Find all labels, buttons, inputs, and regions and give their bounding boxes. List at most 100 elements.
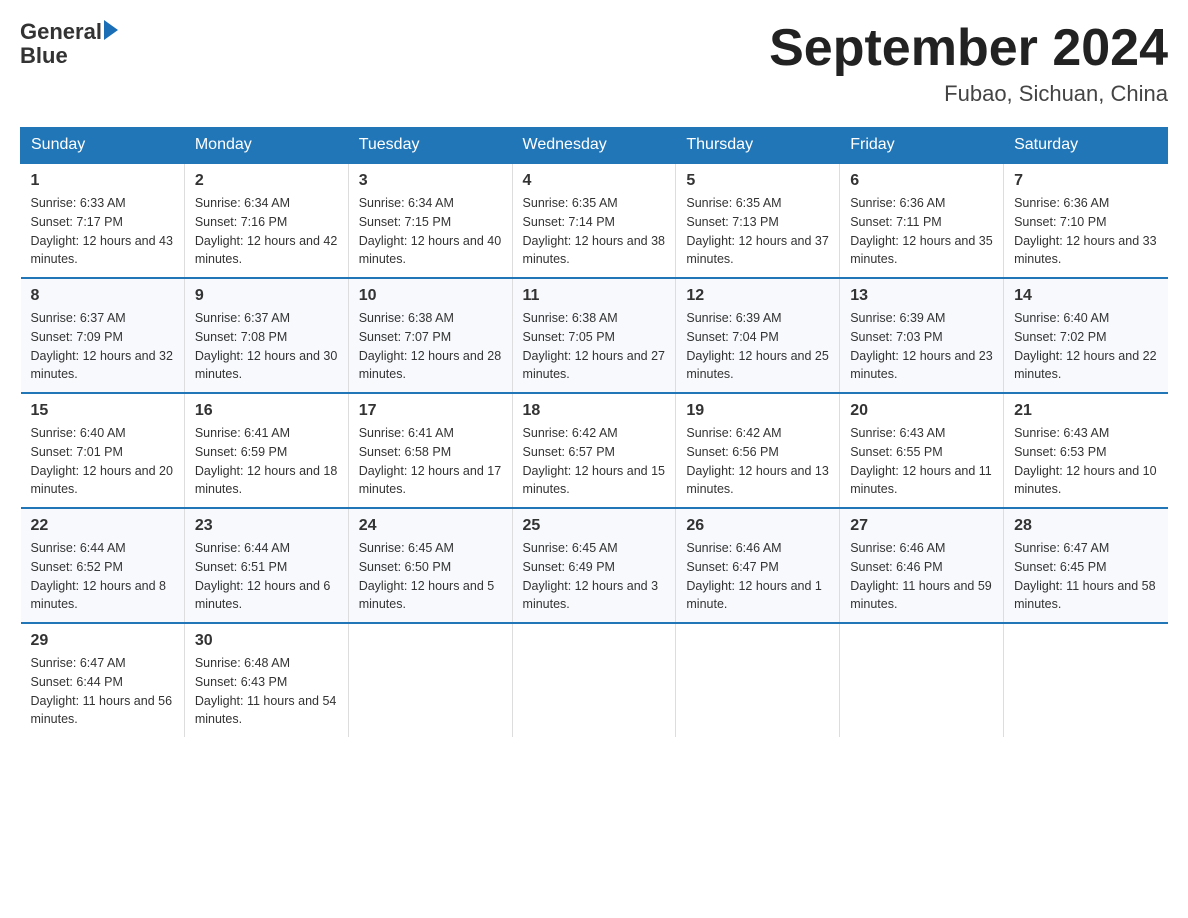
calendar-cell	[348, 623, 512, 737]
day-number: 4	[523, 172, 666, 190]
day-info: Sunrise: 6:47 AMSunset: 6:45 PMDaylight:…	[1014, 539, 1157, 614]
calendar-cell: 9Sunrise: 6:37 AMSunset: 7:08 PMDaylight…	[184, 278, 348, 393]
week-row-5: 29 Sunrise: 6:47 AMSunset: 6:44 PMDayligh…	[21, 623, 1168, 737]
day-number: 8	[31, 287, 174, 305]
day-number: 13	[850, 287, 993, 305]
day-info: Sunrise: 6:40 AMSunset: 7:01 PMDaylight:…	[31, 424, 174, 499]
day-number: 7	[1014, 172, 1157, 190]
day-info: Sunrise: 6:43 AMSunset: 6:55 PMDaylight:…	[850, 424, 993, 499]
day-number: 3	[359, 172, 502, 190]
day-info: Sunrise: 6:38 AMSunset: 7:05 PMDaylight:…	[523, 309, 666, 384]
day-number: 10	[359, 287, 502, 305]
day-info: Sunrise: 6:46 AMSunset: 6:47 PMDaylight:…	[686, 539, 829, 614]
calendar-cell: 29 Sunrise: 6:47 AMSunset: 6:44 PMDayligh…	[21, 623, 185, 737]
day-info: Sunrise: 6:41 AMSunset: 6:58 PMDaylight:…	[359, 424, 502, 499]
calendar-cell: 4Sunrise: 6:35 AMSunset: 7:14 PMDaylight…	[512, 163, 676, 278]
day-number: 5	[686, 172, 829, 190]
calendar-cell: 3 Sunrise: 6:34 AMSunset: 7:15 PMDaylight…	[348, 163, 512, 278]
week-row-1: 1Sunrise: 6:33 AMSunset: 7:17 PMDaylight…	[21, 163, 1168, 278]
day-number: 2	[195, 172, 338, 190]
day-number: 14	[1014, 287, 1157, 305]
day-info: Sunrise: 6:36 AMSunset: 7:11 PMDaylight:…	[850, 194, 993, 269]
calendar-cell: 13 Sunrise: 6:39 AMSunset: 7:03 PMDayligh…	[840, 278, 1004, 393]
calendar-cell: 6 Sunrise: 6:36 AMSunset: 7:11 PMDaylight…	[840, 163, 1004, 278]
day-info: Sunrise: 6:39 AMSunset: 7:04 PMDaylight:…	[686, 309, 829, 384]
day-info: Sunrise: 6:39 AMSunset: 7:03 PMDaylight:…	[850, 309, 993, 384]
day-number: 26	[686, 517, 829, 535]
calendar-cell	[512, 623, 676, 737]
calendar-cell: 30 Sunrise: 6:48 AMSunset: 6:43 PMDayligh…	[184, 623, 348, 737]
calendar-cell: 28Sunrise: 6:47 AMSunset: 6:45 PMDayligh…	[1004, 508, 1168, 623]
day-info: Sunrise: 6:46 AMSunset: 6:46 PMDaylight:…	[850, 539, 993, 614]
day-info: Sunrise: 6:44 AMSunset: 6:52 PMDaylight:…	[31, 539, 174, 614]
header-sunday: Sunday	[21, 128, 185, 164]
logo-text-general: General	[20, 20, 102, 44]
calendar-cell: 14 Sunrise: 6:40 AMSunset: 7:02 PMDayligh…	[1004, 278, 1168, 393]
title-block: September 2024 Fubao, Sichuan, China	[769, 20, 1168, 107]
calendar-cell	[1004, 623, 1168, 737]
day-info: Sunrise: 6:43 AMSunset: 6:53 PMDaylight:…	[1014, 424, 1157, 499]
week-row-3: 15 Sunrise: 6:40 AMSunset: 7:01 PMDayligh…	[21, 393, 1168, 508]
calendar-cell: 21 Sunrise: 6:43 AMSunset: 6:53 PMDayligh…	[1004, 393, 1168, 508]
calendar-cell: 23 Sunrise: 6:44 AMSunset: 6:51 PMDayligh…	[184, 508, 348, 623]
header-friday: Friday	[840, 128, 1004, 164]
page-header: General Blue September 2024 Fubao, Sichu…	[20, 20, 1168, 107]
day-info: Sunrise: 6:34 AMSunset: 7:16 PMDaylight:…	[195, 194, 338, 269]
header-row: SundayMondayTuesdayWednesdayThursdayFrid…	[21, 128, 1168, 164]
day-info: Sunrise: 6:44 AMSunset: 6:51 PMDaylight:…	[195, 539, 338, 614]
day-number: 15	[31, 402, 174, 420]
day-number: 16	[195, 402, 338, 420]
day-number: 17	[359, 402, 502, 420]
calendar-cell: 8 Sunrise: 6:37 AMSunset: 7:09 PMDaylight…	[21, 278, 185, 393]
day-number: 9	[195, 287, 338, 305]
calendar-cell: 16 Sunrise: 6:41 AMSunset: 6:59 PMDayligh…	[184, 393, 348, 508]
month-title: September 2024	[769, 20, 1168, 77]
day-info: Sunrise: 6:48 AMSunset: 6:43 PMDaylight:…	[195, 654, 338, 729]
day-number: 6	[850, 172, 993, 190]
header-monday: Monday	[184, 128, 348, 164]
day-number: 24	[359, 517, 502, 535]
day-number: 27	[850, 517, 993, 535]
day-info: Sunrise: 6:37 AMSunset: 7:09 PMDaylight:…	[31, 309, 174, 384]
calendar-cell: 1Sunrise: 6:33 AMSunset: 7:17 PMDaylight…	[21, 163, 185, 278]
calendar-cell	[840, 623, 1004, 737]
day-info: Sunrise: 6:42 AMSunset: 6:57 PMDaylight:…	[523, 424, 666, 499]
header-tuesday: Tuesday	[348, 128, 512, 164]
calendar-cell	[676, 623, 840, 737]
header-thursday: Thursday	[676, 128, 840, 164]
calendar-cell: 11Sunrise: 6:38 AMSunset: 7:05 PMDayligh…	[512, 278, 676, 393]
day-number: 23	[195, 517, 338, 535]
day-number: 30	[195, 632, 338, 650]
logo-text-blue: Blue	[20, 43, 68, 68]
day-info: Sunrise: 6:35 AMSunset: 7:13 PMDaylight:…	[686, 194, 829, 269]
day-number: 18	[523, 402, 666, 420]
day-number: 21	[1014, 402, 1157, 420]
logo-arrow-icon	[104, 20, 118, 40]
day-number: 29	[31, 632, 174, 650]
location: Fubao, Sichuan, China	[769, 81, 1168, 107]
calendar-cell: 12Sunrise: 6:39 AMSunset: 7:04 PMDayligh…	[676, 278, 840, 393]
day-info: Sunrise: 6:34 AMSunset: 7:15 PMDaylight:…	[359, 194, 502, 269]
calendar-cell: 5 Sunrise: 6:35 AMSunset: 7:13 PMDaylight…	[676, 163, 840, 278]
day-info: Sunrise: 6:33 AMSunset: 7:17 PMDaylight:…	[31, 194, 174, 269]
day-number: 22	[31, 517, 174, 535]
week-row-2: 8 Sunrise: 6:37 AMSunset: 7:09 PMDaylight…	[21, 278, 1168, 393]
calendar-cell: 22 Sunrise: 6:44 AMSunset: 6:52 PMDayligh…	[21, 508, 185, 623]
calendar-cell: 2 Sunrise: 6:34 AMSunset: 7:16 PMDaylight…	[184, 163, 348, 278]
day-info: Sunrise: 6:41 AMSunset: 6:59 PMDaylight:…	[195, 424, 338, 499]
calendar-cell: 7 Sunrise: 6:36 AMSunset: 7:10 PMDaylight…	[1004, 163, 1168, 278]
header-wednesday: Wednesday	[512, 128, 676, 164]
day-number: 25	[523, 517, 666, 535]
day-info: Sunrise: 6:45 AMSunset: 6:50 PMDaylight:…	[359, 539, 502, 614]
calendar-body: 1Sunrise: 6:33 AMSunset: 7:17 PMDaylight…	[21, 163, 1168, 737]
calendar-cell: 26 Sunrise: 6:46 AMSunset: 6:47 PMDayligh…	[676, 508, 840, 623]
calendar-cell: 25 Sunrise: 6:45 AMSunset: 6:49 PMDayligh…	[512, 508, 676, 623]
calendar-cell: 15 Sunrise: 6:40 AMSunset: 7:01 PMDayligh…	[21, 393, 185, 508]
day-info: Sunrise: 6:40 AMSunset: 7:02 PMDaylight:…	[1014, 309, 1157, 384]
day-number: 20	[850, 402, 993, 420]
calendar-cell: 27 Sunrise: 6:46 AMSunset: 6:46 PMDayligh…	[840, 508, 1004, 623]
day-info: Sunrise: 6:47 AMSunset: 6:44 PMDaylight:…	[31, 654, 174, 729]
calendar-cell: 10Sunrise: 6:38 AMSunset: 7:07 PMDayligh…	[348, 278, 512, 393]
day-info: Sunrise: 6:45 AMSunset: 6:49 PMDaylight:…	[523, 539, 666, 614]
day-info: Sunrise: 6:36 AMSunset: 7:10 PMDaylight:…	[1014, 194, 1157, 269]
